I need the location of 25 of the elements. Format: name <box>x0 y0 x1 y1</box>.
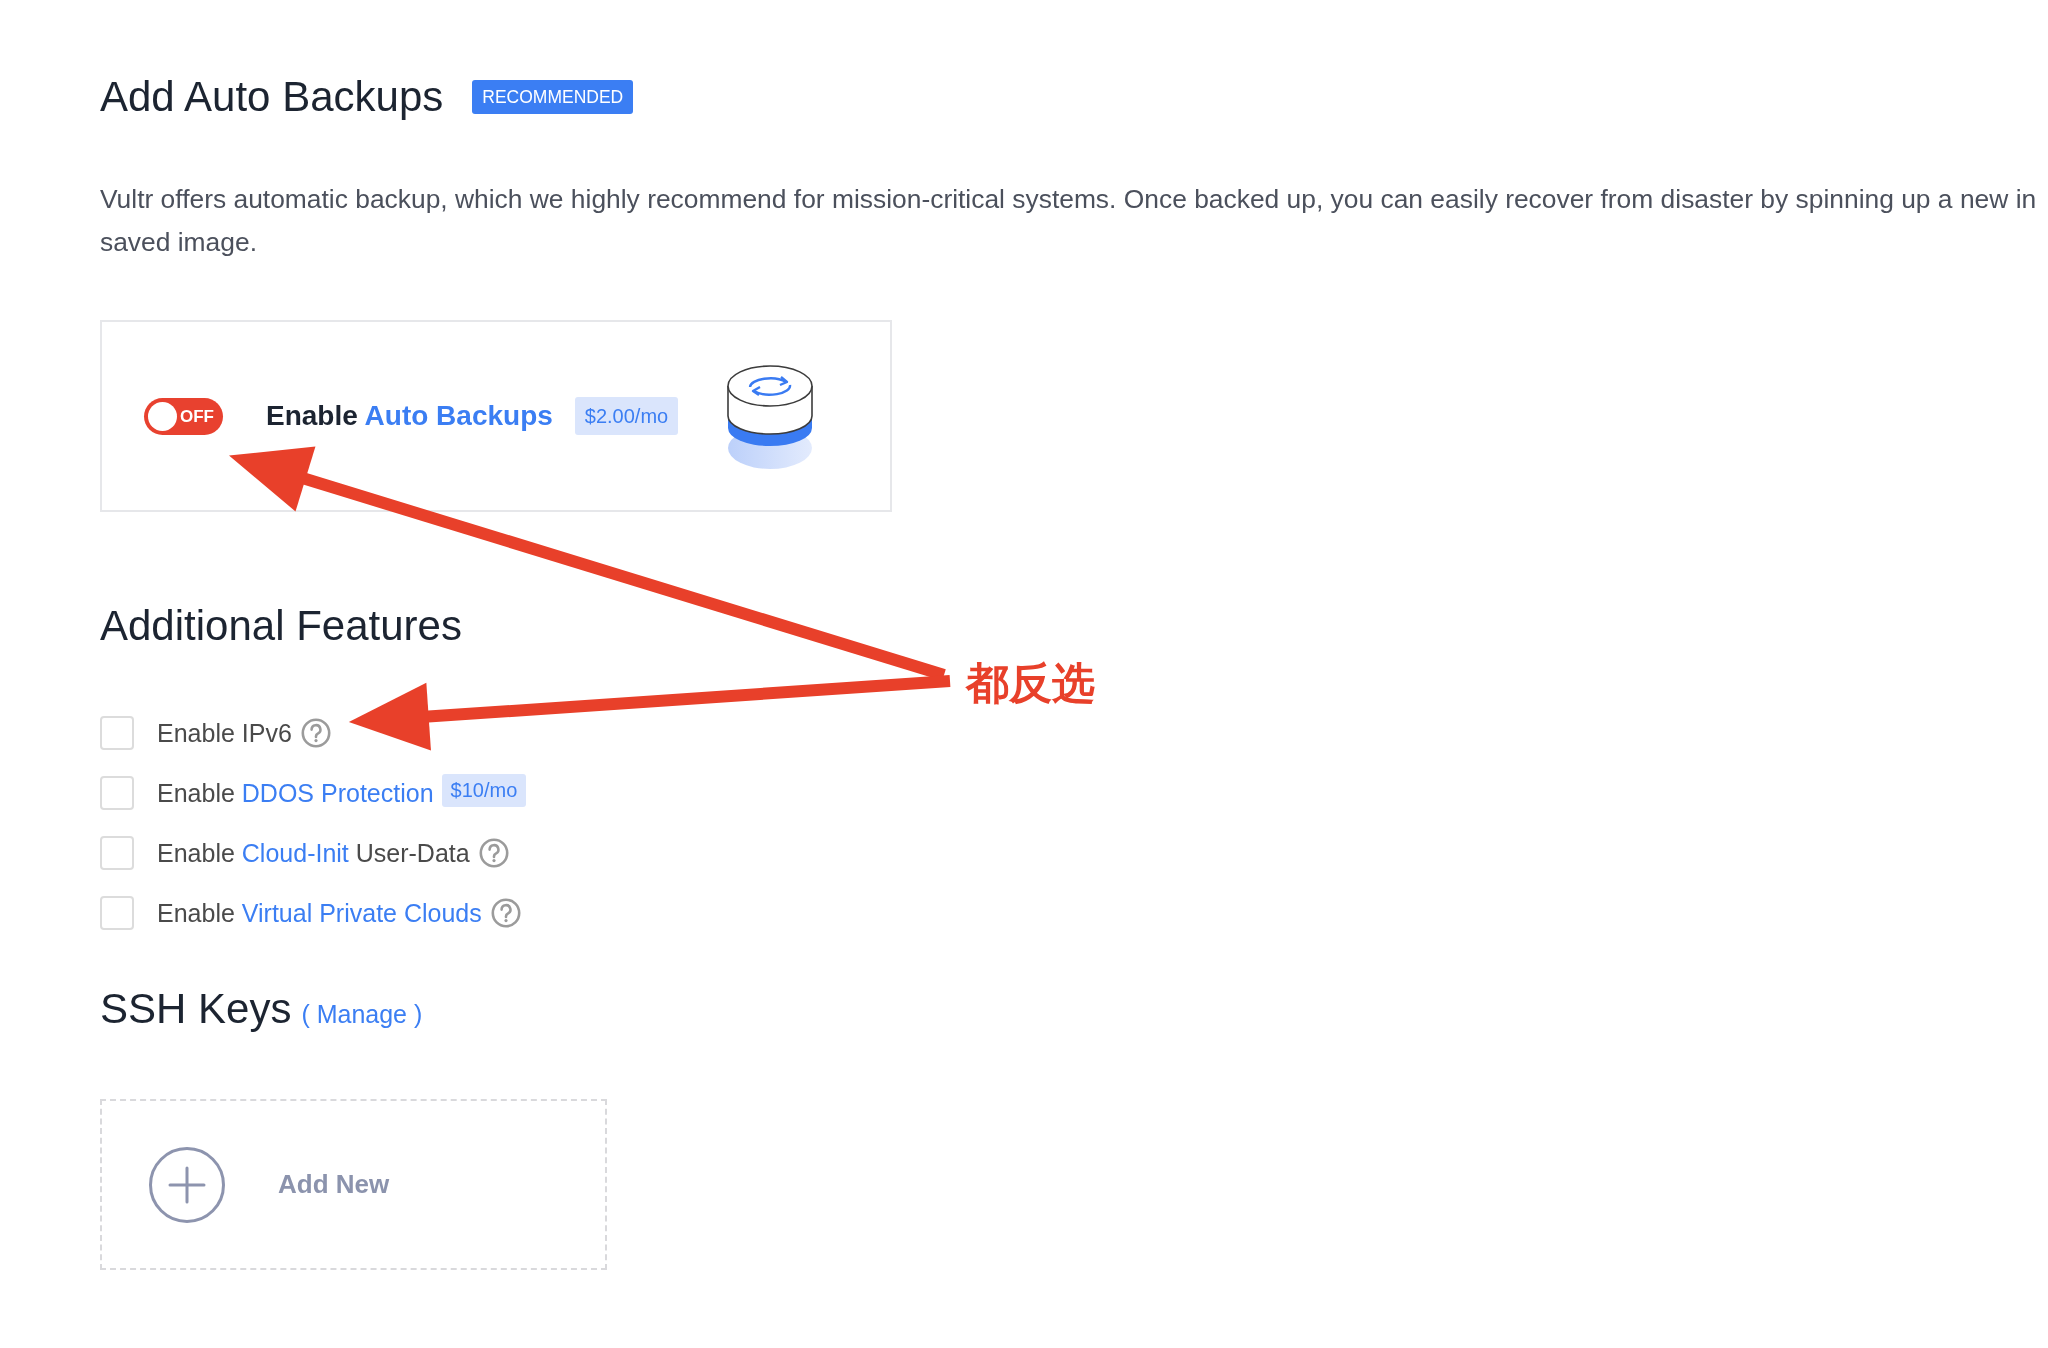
feature-label: Enable IPv6 <box>157 718 292 748</box>
section-title: Additional Features <box>100 602 463 650</box>
section-title: SSH Keys <box>100 985 292 1033</box>
option-label: Enable Auto Backups <box>266 400 553 432</box>
auto-backups-link[interactable]: Auto Backups <box>364 400 553 431</box>
checkbox[interactable] <box>100 776 134 810</box>
feature-link[interactable]: DDOS Protection <box>241 779 434 807</box>
add-new-button[interactable]: Add New <box>100 1099 607 1270</box>
recommended-badge: RECOMMENDED <box>472 80 634 114</box>
price-tag: $10/mo <box>441 773 527 807</box>
feature-link[interactable]: Virtual Private Clouds <box>241 899 482 927</box>
feature-label: Enable Cloud-Init User-Data <box>157 838 470 868</box>
plus-circle-icon <box>148 1145 226 1224</box>
annotation-text: 都反选 <box>966 657 1095 709</box>
checkbox[interactable] <box>100 896 134 930</box>
section-title: Add Auto Backups <box>100 73 444 121</box>
feature-link[interactable]: Cloud-Init <box>241 839 349 867</box>
description-text: Vultr offers automatic backup, which we highly recommend for mission-critical systems. Once backed up, you can easily recover from disaster by spinning up a new in saved image. <box>100 183 2038 259</box>
checkbox[interactable] <box>100 716 134 750</box>
manage-link[interactable]: ( Manage ) <box>301 1000 423 1029</box>
feature-label: Enable DDOS Protection <box>157 778 434 808</box>
feature-label: Enable Virtual Private Clouds <box>157 898 482 928</box>
toggle-switch[interactable]: OFF <box>144 397 223 435</box>
price-tag: $2.00/mo <box>574 397 679 435</box>
checkbox[interactable] <box>100 836 134 870</box>
